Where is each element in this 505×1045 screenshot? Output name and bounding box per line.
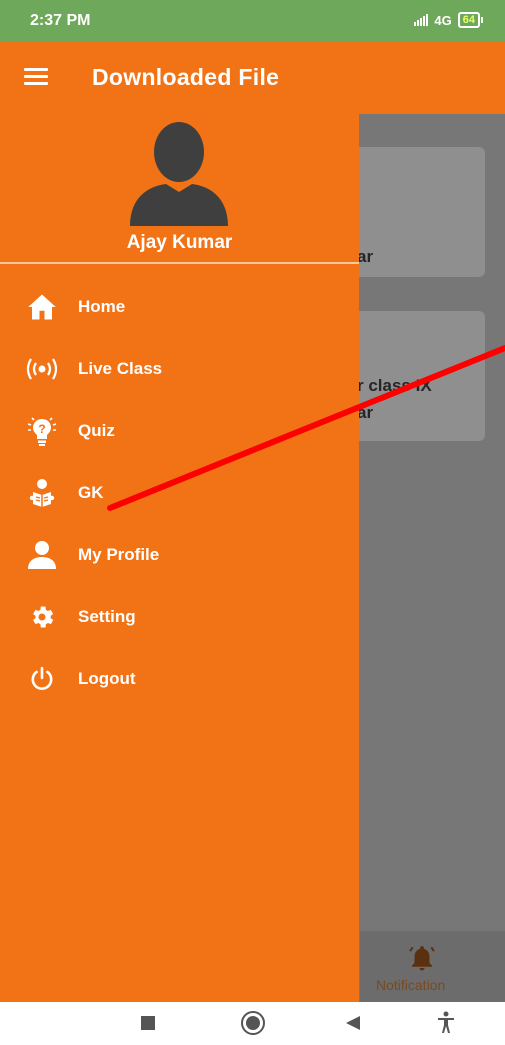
card-text: r class IX (357, 376, 432, 395)
drawer-item-home[interactable]: Home (0, 281, 359, 333)
circle-icon (241, 1011, 265, 1035)
drawer-item-label: Live Class (78, 359, 163, 378)
home-button[interactable] (240, 1010, 266, 1041)
drawer-item-quiz[interactable]: ? Quiz (0, 405, 359, 457)
user-name: Ajay Kumar (126, 232, 233, 253)
battery-icon: 64 (457, 12, 483, 28)
square-icon (141, 1016, 155, 1030)
drawer-item-label: Home (78, 297, 126, 316)
person-icon (26, 539, 58, 571)
drawer-item-label: My Profile (78, 545, 160, 564)
accessibility-icon (438, 1011, 454, 1033)
signal-icon (414, 14, 429, 26)
lightbulb-question-icon: ? (26, 415, 58, 447)
card-text: ar (357, 403, 374, 422)
drawer-item-setting[interactable]: Setting (0, 591, 359, 643)
accessibility-button[interactable] (436, 1011, 456, 1040)
page-title: Downloaded File (92, 64, 280, 90)
drawer-item-my-profile[interactable]: My Profile (0, 529, 359, 581)
svg-text:?: ? (38, 422, 45, 436)
drawer-item-label: Setting (78, 607, 136, 626)
hamburger-menu-icon[interactable] (24, 68, 48, 86)
avatar-icon (130, 122, 228, 226)
system-nav-bar (0, 1002, 505, 1045)
drawer-item-label: Quiz (78, 421, 115, 440)
recent-apps-button[interactable] (140, 1015, 156, 1036)
back-button[interactable] (344, 1014, 362, 1037)
notification-label: Notification (376, 977, 446, 993)
app-bar: Downloaded File (0, 42, 505, 114)
bell-icon (409, 946, 435, 971)
status-bar: 2:37 PM 4G 64 (0, 0, 505, 42)
network-type: 4G (434, 12, 452, 28)
power-icon (26, 663, 58, 695)
card-text: ar (357, 247, 374, 266)
drawer-item-label: GK (78, 483, 104, 502)
triangle-back-icon (346, 1016, 360, 1030)
gear-icon (26, 601, 58, 633)
reading-person-icon (26, 477, 58, 509)
drawer-item-live-class[interactable]: Live Class (0, 343, 359, 395)
home-icon (26, 291, 58, 323)
navigation-drawer: Ajay Kumar Home Live Class ? Quiz GK My … (0, 114, 359, 1002)
drawer-item-label: Logout (78, 669, 136, 688)
drawer-item-logout[interactable]: Logout (0, 653, 359, 705)
status-time: 2:37 PM (30, 12, 91, 29)
drawer-item-gk[interactable]: GK (0, 467, 359, 519)
battery-level: 64 (457, 12, 480, 28)
bottom-nav-notification[interactable]: Notification (360, 931, 505, 1002)
drawer-divider (0, 262, 359, 264)
live-broadcast-icon (26, 353, 58, 385)
